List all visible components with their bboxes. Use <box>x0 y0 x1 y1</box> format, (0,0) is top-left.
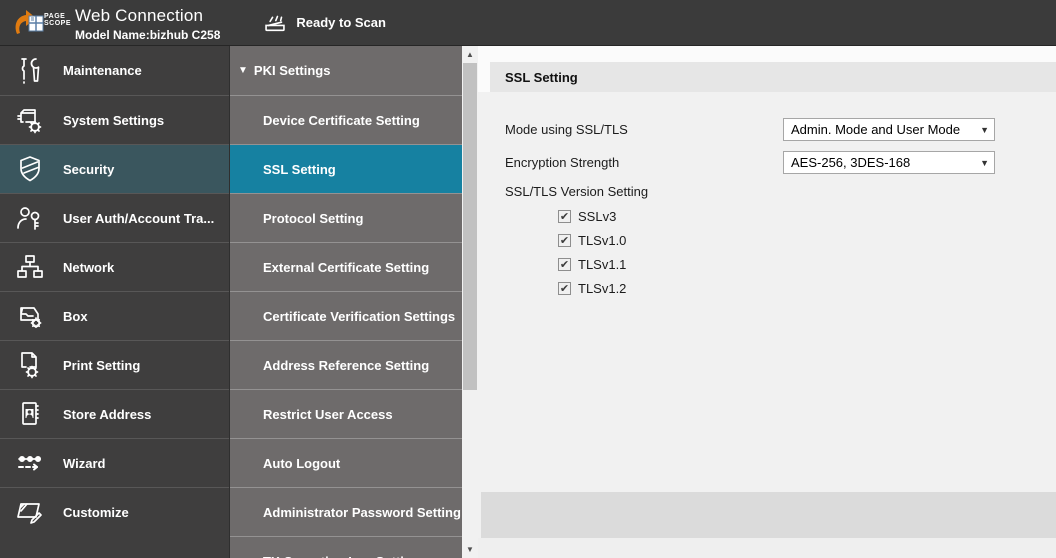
tlsv1-2-label: TLSv1.2 <box>578 281 626 296</box>
submenu-item-pki-settings[interactable]: ▼ PKI Settings <box>230 46 462 95</box>
sidebar-item-store-address[interactable]: Store Address <box>0 389 229 438</box>
scroll-up-button[interactable]: ▲ <box>462 46 478 63</box>
titlebar-wrap: SSL Setting <box>478 46 1056 92</box>
page-gear-icon <box>13 348 47 382</box>
tlsv1-2-checkbox[interactable]: ✔ <box>558 282 571 295</box>
sidebar-item-system-settings[interactable]: System Settings <box>0 95 229 144</box>
expand-triangle-icon: ▼ <box>238 65 248 76</box>
user-key-icon <box>13 201 47 235</box>
network-icon <box>13 250 47 284</box>
pagescope-wordmark: PAGE SCOPE <box>44 13 71 27</box>
submenu-item-restrict-user-access[interactable]: Restrict User Access <box>230 389 462 438</box>
sidebar-item-label: Wizard <box>63 456 106 471</box>
sidebar-item-label: Store Address <box>63 407 151 422</box>
tlsv1-1-label: TLSv1.1 <box>578 257 626 272</box>
sidebar-item-label: Network <box>63 260 114 275</box>
tlsv1-0-option: ✔ TLSv1.0 <box>558 233 1056 248</box>
sidebar-item-label: System Settings <box>63 113 164 128</box>
submenu-item-tx-operation-log-setting[interactable]: TX Operation Log Setting <box>230 536 462 558</box>
box-gear-icon <box>13 299 47 333</box>
page-title: SSL Setting <box>505 70 578 85</box>
tools-icon <box>13 54 47 88</box>
encryption-strength-label: Encryption Strength <box>505 155 783 170</box>
sidebar-item-maintenance[interactable]: Maintenance <box>0 46 229 95</box>
tlsv1-0-label: TLSv1.0 <box>578 233 626 248</box>
app-title: Web Connection <box>75 6 220 26</box>
sidebar-item-print-setting[interactable]: Print Setting <box>0 340 229 389</box>
pagescope-logo-icon <box>12 7 46 39</box>
scroll-down-button[interactable]: ▼ <box>462 541 478 558</box>
ssl-setting-panel: SSL Setting Mode using SSL/TLS Admin. Mo… <box>478 46 1056 558</box>
device-status: Ready to Scan <box>262 10 386 36</box>
sidebar-item-box[interactable]: Box <box>0 291 229 340</box>
submenu-item-ssl-setting[interactable]: SSL Setting <box>230 144 462 193</box>
footer-background <box>478 538 1056 558</box>
submenu-item-administrator-password-setting[interactable]: Administrator Password Setting <box>230 487 462 536</box>
sidebar-item-security[interactable]: Security <box>0 144 229 193</box>
tlsv1-2-option: ✔ TLSv1.2 <box>558 281 1056 296</box>
status-text: Ready to Scan <box>296 15 386 30</box>
submenu-item-protocol-setting[interactable]: Protocol Setting <box>230 193 462 242</box>
sidebar-item-customize[interactable]: Customize <box>0 487 229 536</box>
submenu-item-certificate-verification-settings[interactable]: Certificate Verification Settings <box>230 291 462 340</box>
footer-separator-bar <box>481 492 1056 538</box>
encryption-strength-select[interactable]: AES-256, 3DES-168 <box>783 151 995 174</box>
sslv3-checkbox[interactable]: ✔ <box>558 210 571 223</box>
sidebar-item-network[interactable]: Network <box>0 242 229 291</box>
sslv3-option: ✔ SSLv3 <box>558 209 1056 224</box>
mode-using-ssl-tls-select[interactable]: Admin. Mode and User Mode <box>783 118 995 141</box>
sslv3-label: SSLv3 <box>578 209 616 224</box>
sidebar-item-wizard[interactable]: Wizard <box>0 438 229 487</box>
printer-gear-icon <box>13 103 47 137</box>
tlsv1-1-option: ✔ TLSv1.1 <box>558 257 1056 272</box>
tlsv1-0-checkbox[interactable]: ✔ <box>558 234 571 247</box>
submenu-scrollbar[interactable]: ▲ ▼ <box>462 46 478 558</box>
sidebar-item-label: Customize <box>63 505 129 520</box>
ssl-tls-version-setting-label: SSL/TLS Version Setting <box>505 184 1056 199</box>
customize-icon <box>13 495 47 529</box>
submenu-item-address-reference-setting[interactable]: Address Reference Setting <box>230 340 462 389</box>
wizard-icon <box>13 446 47 480</box>
sidebar-item-label: Maintenance <box>63 63 142 78</box>
scanner-icon <box>262 10 288 36</box>
address-book-icon <box>13 397 47 431</box>
ssl-setting-form: Mode using SSL/TLS Admin. Mode and User … <box>478 92 1056 296</box>
shield-icon <box>13 152 47 186</box>
header-bar: PAGE SCOPE Web Connection Model Name:biz… <box>0 0 1056 46</box>
model-name: Model Name:bizhub C258 <box>75 28 220 42</box>
scrollbar-thumb[interactable] <box>463 63 477 390</box>
sidebar-item-label: Security <box>63 162 114 177</box>
mode-using-ssl-tls-label: Mode using SSL/TLS <box>505 122 783 137</box>
sidebar-item-label: User Auth/Account Tra... <box>63 211 214 226</box>
sidebar-item-label: Box <box>63 309 88 324</box>
brand: PAGE SCOPE Web Connection Model Name:biz… <box>0 3 220 42</box>
submenu-item-external-certificate-setting[interactable]: External Certificate Setting <box>230 242 462 291</box>
submenu-item-auto-logout[interactable]: Auto Logout <box>230 438 462 487</box>
submenu-item-device-certificate-setting[interactable]: Device Certificate Setting <box>230 95 462 144</box>
main-menu-sidebar: Maintenance System Settings Security <box>0 46 229 558</box>
tlsv1-1-checkbox[interactable]: ✔ <box>558 258 571 271</box>
web-connection-app: PAGE SCOPE Web Connection Model Name:biz… <box>0 0 1056 558</box>
security-submenu: ▼ PKI Settings Device Certificate Settin… <box>229 46 462 558</box>
page-title-bar: SSL Setting <box>490 62 1056 92</box>
sidebar-item-user-auth[interactable]: User Auth/Account Tra... <box>0 193 229 242</box>
sidebar-item-label: Print Setting <box>63 358 140 373</box>
